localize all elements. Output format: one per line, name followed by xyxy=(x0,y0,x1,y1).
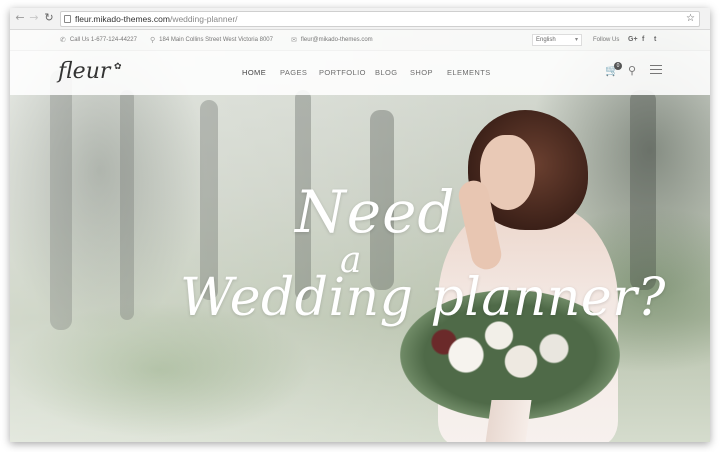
forward-arrow-icon[interactable]: → xyxy=(28,12,40,24)
headline-line-1: Need xyxy=(295,178,456,246)
facebook-icon[interactable]: f xyxy=(642,30,644,50)
lock-icon xyxy=(64,15,71,23)
language-value: English xyxy=(536,37,556,43)
browser-window: ← → ↻ fleur.mikado-themes.com/wedding-pl… xyxy=(10,8,710,442)
envelope-icon: ✉ xyxy=(291,36,297,44)
email-info[interactable]: ✉ fleur@mikado-themes.com xyxy=(291,30,373,50)
search-icon[interactable]: ⚲ xyxy=(628,65,640,77)
site-header: fleur ✿ HOME PAGES PORTFOLIO BLOG SHOP E… xyxy=(10,50,710,95)
address-text: 184 Main Collins Street West Victoria 80… xyxy=(159,37,273,43)
chevron-down-icon: ▾ xyxy=(574,36,578,43)
url-path: /wedding-planner/ xyxy=(169,14,238,24)
cart-count-badge: 0 xyxy=(614,62,622,70)
back-arrow-icon[interactable]: ← xyxy=(14,12,26,24)
nav-item-portfolio[interactable]: PORTFOLIO xyxy=(319,68,366,77)
site-logo[interactable]: fleur xyxy=(58,59,110,84)
web-page: Need a Wedding planner? ✆ Call Us 1-677-… xyxy=(10,30,710,442)
top-info-bar: ✆ Call Us 1-677-124-44227 ⚲ 184 Main Col… xyxy=(10,30,710,50)
language-select[interactable]: English ▾ xyxy=(532,34,582,46)
phone-info[interactable]: ✆ Call Us 1-677-124-44227 xyxy=(60,30,137,50)
leaf-icon: ✿ xyxy=(114,62,122,72)
nav-item-pages[interactable]: PAGES xyxy=(280,68,307,77)
url-host: fleur.mikado-themes.com xyxy=(75,14,170,24)
address-bar[interactable]: fleur.mikado-themes.com/wedding-planner/… xyxy=(60,11,700,27)
address-info: ⚲ 184 Main Collins Street West Victoria … xyxy=(150,30,273,50)
nav-item-elements[interactable]: ELEMENTS xyxy=(447,68,491,77)
browser-toolbar: ← → ↻ fleur.mikado-themes.com/wedding-pl… xyxy=(10,8,710,30)
nav-item-home[interactable]: HOME xyxy=(242,68,266,77)
google-plus-icon[interactable]: G+ xyxy=(628,30,638,50)
email-text: fleur@mikado-themes.com xyxy=(300,37,373,43)
reload-icon[interactable]: ↻ xyxy=(43,12,55,24)
location-pin-icon: ⚲ xyxy=(150,36,156,44)
phone-text: Call Us 1-677-124-44227 xyxy=(69,37,137,43)
hamburger-menu-icon[interactable] xyxy=(650,65,662,75)
star-icon[interactable]: ☆ xyxy=(686,12,695,26)
nav-item-shop[interactable]: SHOP xyxy=(410,68,433,77)
nav-item-blog[interactable]: BLOG xyxy=(375,68,397,77)
headline-line-3: Wedding planner? xyxy=(180,268,666,328)
twitter-icon[interactable]: t xyxy=(654,30,656,50)
hero-headline: Need a Wedding planner? xyxy=(180,178,665,358)
follow-label: Follow Us xyxy=(593,37,620,43)
phone-icon: ✆ xyxy=(60,36,66,44)
bouquet-ribbon xyxy=(484,400,532,442)
